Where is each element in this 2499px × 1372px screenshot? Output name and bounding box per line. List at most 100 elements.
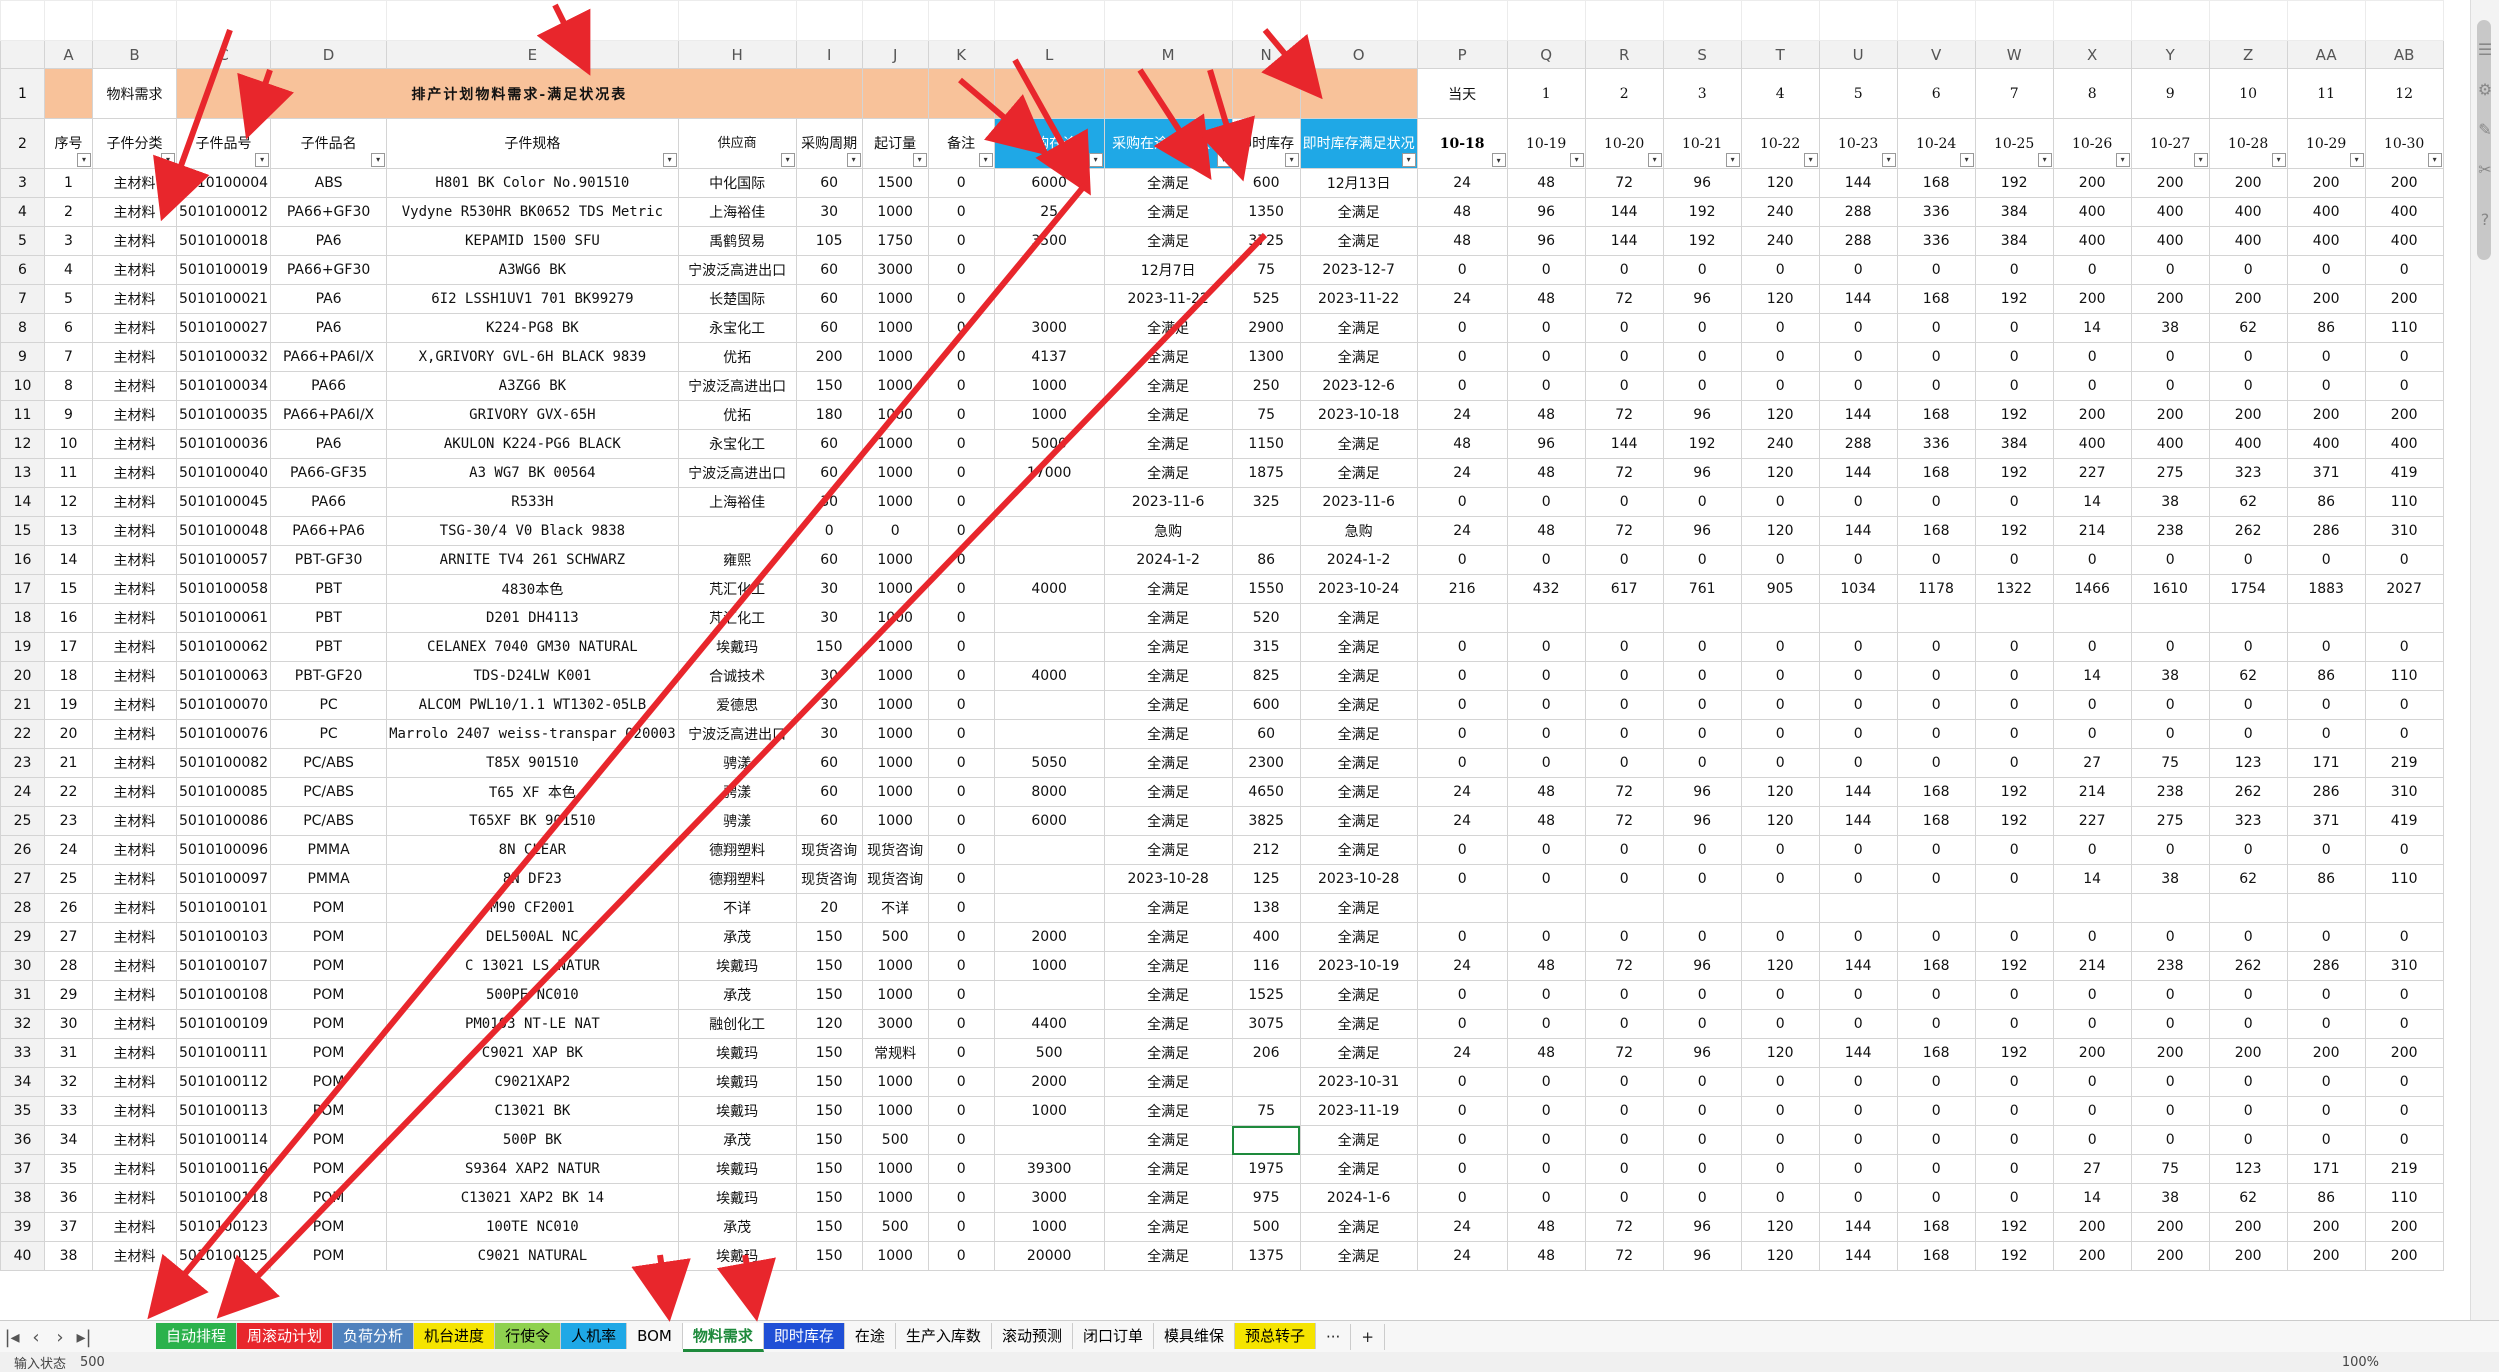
cell[interactable]: 全满足 bbox=[1103, 661, 1233, 691]
filter-dropdown-icon[interactable]: ▾ bbox=[1881, 153, 1896, 167]
cell[interactable]: 227 bbox=[2052, 806, 2132, 836]
cell[interactable]: 0 bbox=[1584, 342, 1664, 372]
cell[interactable]: 主材料 bbox=[92, 893, 177, 923]
cell[interactable]: 主材料 bbox=[92, 255, 177, 285]
cell[interactable]: 全满足 bbox=[1299, 690, 1418, 720]
cell[interactable]: 144 bbox=[1584, 197, 1664, 227]
row-header[interactable]: 32 bbox=[0, 1009, 45, 1039]
cell[interactable]: 0 bbox=[927, 1038, 995, 1068]
column-title[interactable]: 备注 ▾ bbox=[927, 118, 995, 169]
cell[interactable]: 200 bbox=[2286, 284, 2366, 314]
cell[interactable]: 3 bbox=[44, 226, 93, 256]
column-title[interactable]: 采购在途 ▾ bbox=[993, 118, 1105, 169]
cell[interactable]: 1375 bbox=[1231, 1241, 1301, 1271]
cell[interactable]: 144 bbox=[1818, 951, 1898, 981]
cell[interactable]: 常规料 bbox=[861, 1038, 929, 1068]
cell[interactable]: 0 bbox=[1818, 1125, 1898, 1155]
cell[interactable]: 0 bbox=[2364, 980, 2444, 1010]
cell[interactable] bbox=[2052, 603, 2132, 633]
row-header[interactable]: 39 bbox=[0, 1212, 45, 1242]
cell[interactable]: 96 bbox=[1662, 168, 1742, 198]
cell[interactable] bbox=[861, 68, 929, 119]
cell[interactable]: 400 bbox=[2052, 226, 2132, 256]
cell[interactable]: 全满足 bbox=[1299, 806, 1418, 836]
cell[interactable]: 0 bbox=[2208, 922, 2288, 952]
column-header-D[interactable]: D bbox=[270, 40, 388, 69]
cell[interactable]: 120 bbox=[1740, 1038, 1820, 1068]
cell[interactable]: 1 bbox=[44, 168, 93, 198]
cell[interactable]: 主材料 bbox=[92, 1009, 177, 1039]
cell[interactable]: 主材料 bbox=[92, 719, 177, 749]
cell[interactable]: 1000 bbox=[861, 603, 929, 633]
cell[interactable]: 主材料 bbox=[92, 980, 177, 1010]
table-row[interactable]: 37 35 主材料 5010100116 POM S9364 XAP2 NATUR 埃戴玛 1… bbox=[0, 1154, 2444, 1184]
column-header-N[interactable]: N bbox=[1231, 40, 1301, 69]
cell[interactable]: 全满足 bbox=[1299, 1009, 1418, 1039]
cell[interactable]: 0 bbox=[927, 719, 995, 749]
cell[interactable] bbox=[1740, 893, 1820, 923]
cell[interactable]: 1178 bbox=[1896, 574, 1976, 604]
cell[interactable]: 0 bbox=[927, 806, 995, 836]
cell[interactable]: 0 bbox=[1416, 835, 1508, 865]
cell[interactable]: 0 bbox=[2286, 690, 2366, 720]
column-header-B[interactable]: B bbox=[92, 40, 177, 69]
cell[interactable]: 1000 bbox=[993, 951, 1105, 981]
cell[interactable]: 全满足 bbox=[1103, 1096, 1233, 1126]
cell[interactable]: 主材料 bbox=[92, 1241, 177, 1271]
cell[interactable] bbox=[993, 284, 1105, 314]
cell[interactable]: 0 bbox=[2208, 835, 2288, 865]
cell[interactable]: 0 bbox=[1974, 1009, 2054, 1039]
filter-dropdown-icon[interactable]: ▾ bbox=[1491, 153, 1506, 167]
cell[interactable]: 0 bbox=[1662, 835, 1742, 865]
table-row[interactable]: 27 25 主材料 5010100097 PMMA 8N DF23 德翔塑料 现货咨询 现货咨询… bbox=[0, 864, 2444, 894]
cell[interactable]: 全满足 bbox=[1299, 777, 1418, 807]
cell[interactable]: 0 bbox=[1506, 1096, 1586, 1126]
cell[interactable]: 120 bbox=[1740, 1241, 1820, 1271]
cell[interactable]: 0 bbox=[1506, 632, 1586, 662]
cell[interactable]: 975 bbox=[1231, 1183, 1301, 1213]
cell[interactable]: 全满足 bbox=[1103, 777, 1233, 807]
cell[interactable]: 8000 bbox=[993, 777, 1105, 807]
cell[interactable]: 33 bbox=[44, 1096, 93, 1126]
cell[interactable]: 4000 bbox=[993, 661, 1105, 691]
cell[interactable]: 优拓 bbox=[677, 342, 797, 372]
cell[interactable]: 0 bbox=[1662, 1009, 1742, 1039]
cell[interactable]: 0 bbox=[2286, 342, 2366, 372]
table-row[interactable]: 35 33 主材料 5010100113 POM C13021 BK 埃戴玛 150 1000 0… bbox=[0, 1096, 2444, 1126]
cell[interactable]: 0 bbox=[927, 603, 995, 633]
tools-icon[interactable]: ✂ bbox=[2475, 160, 2495, 180]
cell[interactable] bbox=[1103, 68, 1233, 119]
cell[interactable]: 60 bbox=[795, 284, 863, 314]
cell[interactable]: PA66+PA6I/X bbox=[270, 342, 388, 372]
cell[interactable]: 0 bbox=[927, 458, 995, 488]
cell[interactable]: 宁波泛高进出口 bbox=[677, 458, 797, 488]
cell[interactable]: 200 bbox=[2364, 1241, 2444, 1271]
cell[interactable]: 200 bbox=[2364, 168, 2444, 198]
cell[interactable]: 144 bbox=[1818, 284, 1898, 314]
table-row[interactable]: 25 23 主材料 5010100086 PC/ABS T65XF BK 901510 骋漾… bbox=[0, 806, 2444, 836]
filter-dropdown-icon[interactable]: ▾ bbox=[2427, 153, 2442, 167]
cell[interactable]: 全满足 bbox=[1299, 632, 1418, 662]
column-header-H[interactable]: H bbox=[677, 40, 797, 69]
cell[interactable]: 0 bbox=[2052, 1009, 2132, 1039]
cell[interactable]: 500 bbox=[861, 922, 929, 952]
cell[interactable]: 144 bbox=[1818, 1241, 1898, 1271]
cell[interactable]: 急购 bbox=[1103, 516, 1233, 546]
cell[interactable]: 0 bbox=[1818, 864, 1898, 894]
cell[interactable]: 现货咨询 bbox=[795, 835, 863, 865]
cell[interactable]: 0 bbox=[1416, 864, 1508, 894]
cell[interactable]: 10 bbox=[44, 429, 93, 459]
cell[interactable]: 120 bbox=[1740, 806, 1820, 836]
cell[interactable]: 0 bbox=[1818, 1009, 1898, 1039]
cell[interactable]: 0 bbox=[1740, 1096, 1820, 1126]
cell[interactable]: 500P BK bbox=[386, 1125, 679, 1155]
table-row[interactable]: 40 38 主材料 5010100125 POM C9021 NATURAL 埃戴玛 150 1… bbox=[0, 1241, 2444, 1271]
cell[interactable]: 288 bbox=[1818, 226, 1898, 256]
cell[interactable]: 500 bbox=[861, 1125, 929, 1155]
filter-dropdown-icon[interactable]: ▾ bbox=[161, 153, 175, 167]
sheet-tab[interactable]: 在途 bbox=[844, 1322, 896, 1349]
column-title[interactable]: 子件品号 ▾ bbox=[175, 118, 272, 169]
day-label[interactable]: 5 bbox=[1818, 68, 1898, 119]
cell[interactable]: PA6 bbox=[270, 429, 388, 459]
cell[interactable]: 3000 bbox=[993, 313, 1105, 343]
